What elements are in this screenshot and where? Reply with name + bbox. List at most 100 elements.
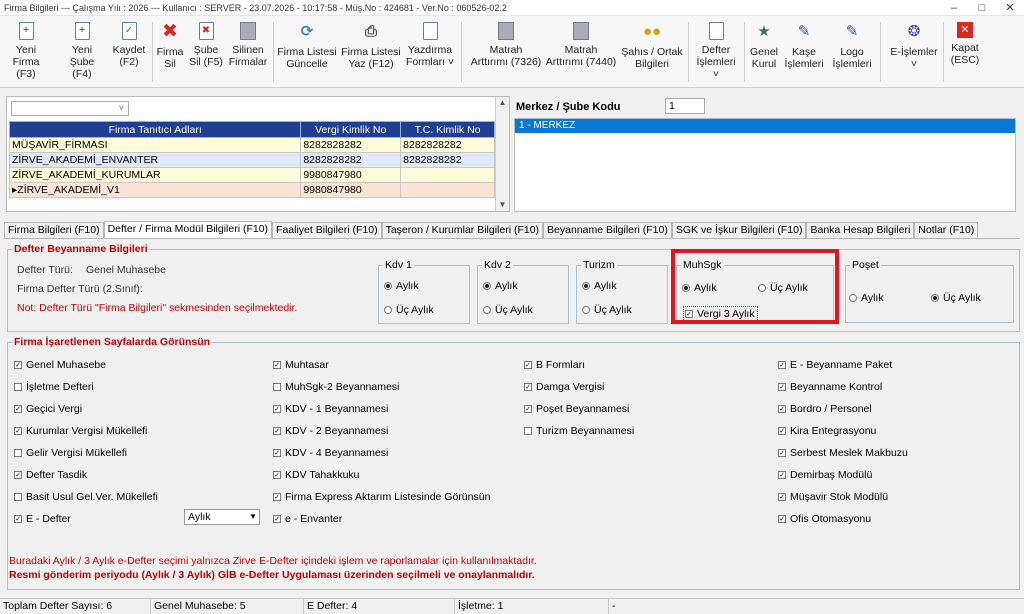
kdv1-monthly-radio[interactable]: Aylık [384, 280, 419, 292]
page-checkbox[interactable]: E - Beyanname Paket [778, 359, 892, 371]
page-checkbox[interactable]: E - Defter [14, 513, 71, 525]
window-close-icon[interactable]: ✕ [996, 1, 1024, 15]
grid-scrollbar[interactable]: ▲ ▼ [495, 97, 509, 211]
toolbar-separator [461, 22, 462, 82]
table-row[interactable]: ▸ZİRVE_AKADEMİ_V1 9980847980 [8, 182, 495, 198]
page-checkbox[interactable]: Ofis Otomasyonu [778, 513, 871, 525]
page-checkbox[interactable]: Genel Muhasebe [14, 359, 106, 371]
page-checkbox[interactable]: KDV - 4 Beyannamesi [273, 447, 388, 459]
page-checkbox[interactable]: e - Envanter [273, 513, 342, 525]
kdv1-quarterly-radio[interactable]: Üç Aylık [384, 304, 434, 316]
ledger-icon [708, 22, 724, 40]
firm-filter-combo[interactable]: ˅ [11, 101, 129, 116]
page-checkbox[interactable]: Geçici Vergi [14, 403, 82, 415]
kdv2-monthly-radio[interactable]: Aylık [483, 280, 518, 292]
page-checkbox[interactable]: KDV - 2 Beyannamesi [273, 425, 388, 437]
branch-code-input[interactable]: 1 [665, 98, 705, 114]
page-checkbox[interactable]: Defter Tasdik [14, 469, 87, 481]
kdv2-quarterly-radio[interactable]: Üç Aylık [483, 304, 533, 316]
save-button[interactable]: ✓ Kaydet (F2) [110, 20, 148, 86]
scroll-down-icon[interactable]: ▼ [496, 199, 509, 211]
bag-quarterly-radio[interactable]: Üç Aylık [931, 292, 981, 304]
page-checkbox[interactable]: Kurumlar Vergisi Mükellefi [14, 425, 147, 437]
page-checkbox[interactable]: Damga Vergisi [524, 381, 604, 393]
page-checkbox[interactable]: B Formları [524, 359, 585, 371]
page-checkbox[interactable]: KDV Tahakkuku [273, 469, 360, 481]
toolbar: + Yeni Firma (F3) + Yeni Şube (F4) ✓ Kayde… [0, 16, 1024, 88]
table-row[interactable]: ZİRVE_AKADEMİ_ENVANTER 8282828282 828282… [8, 152, 495, 168]
branch-list[interactable]: 1 - MERKEZ [514, 118, 1016, 212]
print-forms-button[interactable]: Yazdırma Formları ˅ [404, 20, 456, 86]
page-checkbox[interactable]: Beyanname Kontrol [778, 381, 882, 393]
print-list-icon: ⎙ [364, 23, 377, 40]
tourism-quarterly-radio[interactable]: Üç Aylık [582, 304, 632, 316]
general-assembly-button[interactable]: ★ Genel Kurul [746, 20, 782, 86]
page-checkbox[interactable]: Demirbaş Modülü [778, 469, 872, 481]
page-checkbox[interactable]: Muhtasar [273, 359, 329, 371]
bag-monthly-radio[interactable]: Aylık [849, 292, 884, 304]
page-checkbox[interactable]: Serbest Meslek Makbuzu [778, 447, 908, 459]
window-controls: – □ ✕ [940, 1, 1024, 15]
page-checkbox[interactable]: MuhSgk-2 Beyannamesi [273, 381, 399, 393]
maximize-icon[interactable]: □ [968, 1, 996, 15]
page-checkbox[interactable]: KDV - 1 Beyannamesi [273, 403, 388, 415]
base-increase-7440-button[interactable]: Matrah Arttırımı (7440) [545, 20, 617, 86]
page-checkbox[interactable]: Firma Express Aktarım Listesinde Görünsü… [273, 491, 490, 503]
list-item[interactable]: 1 - MERKEZ [515, 119, 1015, 133]
tab-bank[interactable]: Banka Hesap Bilgileri [806, 222, 915, 239]
tab-declaration[interactable]: Beyanname Bilgileri (F10) [543, 222, 672, 239]
deleted-firms-icon [240, 22, 256, 40]
status-extra: - [612, 600, 616, 612]
base-increase-7326-button[interactable]: Matrah Arttırımı (7326) [470, 20, 542, 86]
page-checkbox[interactable]: Poşet Beyannamesi [524, 403, 629, 415]
logo-icon: ✎ [845, 23, 859, 40]
delete-firm-button[interactable]: ✖ Firma Sil [154, 20, 186, 86]
tab-firm-info[interactable]: Firma Bilgileri (F10) [4, 222, 104, 239]
new-firm-button[interactable]: + Yeni Firma (F3) [4, 20, 48, 86]
tourism-monthly-radio[interactable]: Aylık [582, 280, 617, 292]
stamp-icon: ✎ [797, 23, 811, 40]
e-operations-button[interactable]: ❂ E-İşlemler ˅ [886, 20, 942, 86]
tab-sgk-iskur[interactable]: SGK ve İşkur Bilgileri (F10) [671, 222, 807, 239]
logo-operations-button[interactable]: ✎ Logo İşlemleri [830, 20, 874, 86]
ledger-type-note: Not: Defter Türü "Firma Bilgileri" sekme… [17, 302, 298, 314]
new-branch-icon: + [74, 22, 90, 40]
edefter-period-select[interactable]: Aylık ▼ [184, 509, 260, 525]
column-header[interactable]: Vergi Kimlik No [300, 121, 402, 138]
page-checkbox[interactable]: Turizm Beyannamesi [524, 425, 634, 437]
page-checkbox[interactable]: Bordro / Personel [778, 403, 872, 415]
tab-notes[interactable]: Notlar (F10) [914, 222, 979, 239]
branch-code-label: Merkez / Şube Kodu [516, 101, 621, 113]
print-list-button[interactable]: ⎙ Firma Listesi Yaz (F12) [341, 20, 401, 86]
table-row[interactable]: ZİRVE_AKADEMİ_KURUMLAR 9980847980 [8, 167, 495, 183]
stamp-operations-button[interactable]: ✎ Kaşe İşlemleri [782, 20, 826, 86]
page-checkbox[interactable]: Gelir Vergisi Mükellefi [14, 447, 127, 459]
close-button[interactable]: ✕ Kapat (ESC) [946, 20, 984, 86]
print-forms-icon [422, 22, 438, 40]
column-header[interactable]: Firma Tanıtıcı Adları [8, 121, 302, 138]
ledger-operations-button[interactable]: Defter İşlemleri ˅ [692, 20, 740, 86]
tab-activity[interactable]: Faaliyet Bilgileri (F10) [272, 222, 382, 239]
delete-branch-button[interactable]: ✖ Şube Sil (F5) [189, 20, 223, 86]
firm-ledger-type-label: Firma Defter Türü (2.Sınıf): [17, 283, 143, 295]
scroll-up-icon[interactable]: ▲ [496, 97, 509, 109]
table-row[interactable]: MÜŞAVİR_FİRMASI 8282828282 8282828282 [8, 137, 495, 153]
new-branch-button[interactable]: + Yeni Şube (F4) [60, 20, 104, 86]
e-operations-icon: ❂ [907, 23, 921, 40]
page-checkbox[interactable]: Kira Entegrasyonu [778, 425, 876, 437]
toolbar-separator [273, 22, 274, 82]
partners-button[interactable]: ●● Şahıs / Ortak Bilgileri [620, 20, 684, 86]
tab-subcontractor[interactable]: Taşeron / Kurumlar Bilgileri (F10) [381, 222, 544, 239]
deleted-firms-button[interactable]: Silinen Firmalar [226, 20, 270, 86]
firm-grid: ˅ Firma Tanıtıcı Adları Vergi Kimlik No … [6, 96, 510, 212]
column-header[interactable]: T.C. Kimlik No [400, 121, 495, 138]
refresh-list-button[interactable]: ⟳ Firma Listesi Güncelle [276, 20, 338, 86]
firm-info-window: Firma Bilgileri --- Çalışma Yılı : 2026 … [0, 0, 1024, 614]
page-checkbox[interactable]: Basit Usul Gel.Ver. Mükellefi [14, 491, 158, 503]
base-increase-icon [498, 22, 514, 40]
page-checkbox[interactable]: İşletme Defteri [14, 381, 94, 393]
minimize-icon[interactable]: – [940, 1, 968, 15]
page-checkbox[interactable]: Müşavir Stok Modülü [778, 491, 888, 503]
group-title: Defter Beyanname Bilgileri [12, 243, 150, 255]
tab-ledger-modules[interactable]: Defter / Firma Modül Bilgileri (F10) [103, 221, 273, 239]
